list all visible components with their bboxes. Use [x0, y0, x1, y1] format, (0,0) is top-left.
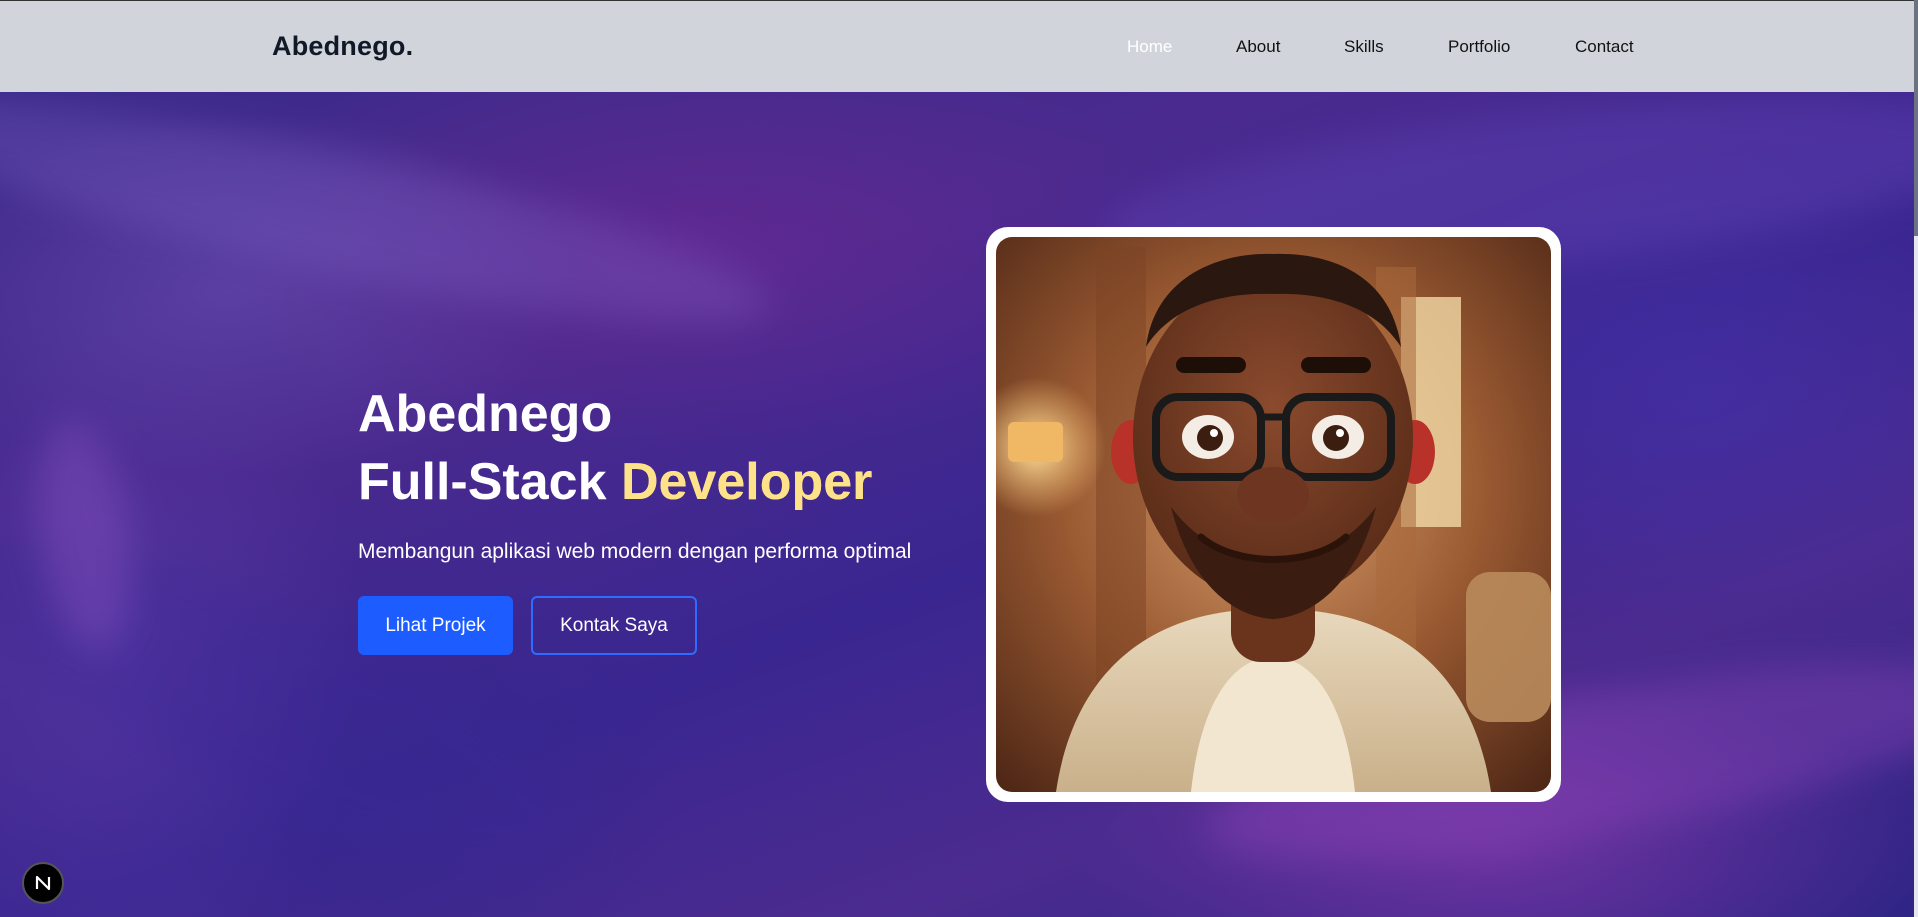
nav-link-portfolio[interactable]: Portfolio	[1448, 37, 1510, 57]
page-scrollbar[interactable]	[1914, 0, 1918, 917]
page: Abednego. Home About Skills Portfolio Co…	[0, 0, 1918, 917]
contact-me-button[interactable]: Kontak Saya	[531, 596, 697, 655]
background-swirl	[0, 92, 783, 365]
nav-links: Home About Skills Portfolio Contact	[0, 37, 1914, 59]
n-logo-icon[interactable]	[22, 862, 64, 904]
hero-section	[0, 92, 1914, 917]
view-projects-button[interactable]: Lihat Projek	[358, 596, 513, 655]
nav-link-skills[interactable]: Skills	[1344, 37, 1384, 57]
hero-title-name: Abednego	[358, 385, 613, 443]
hero-title: Abednego Full-Stack Developer	[358, 380, 872, 516]
nav-link-about[interactable]: About	[1236, 37, 1280, 57]
portrait-card	[986, 227, 1561, 802]
profile-portrait-image	[996, 237, 1551, 792]
hero-subtitle: Membangun aplikasi web modern dengan per…	[358, 540, 912, 563]
scrollbar-thumb[interactable]	[1914, 0, 1918, 236]
hero-title-role-prefix: Full-Stack	[358, 453, 621, 511]
nav-link-home[interactable]: Home	[1127, 37, 1172, 57]
n-letter-icon	[35, 875, 51, 891]
hero-title-role: Full-Stack Developer	[358, 448, 872, 516]
navbar: Abednego. Home About Skills Portfolio Co…	[0, 0, 1914, 92]
hero-title-role-highlight: Developer	[620, 453, 873, 511]
nav-link-contact[interactable]: Contact	[1575, 37, 1634, 57]
